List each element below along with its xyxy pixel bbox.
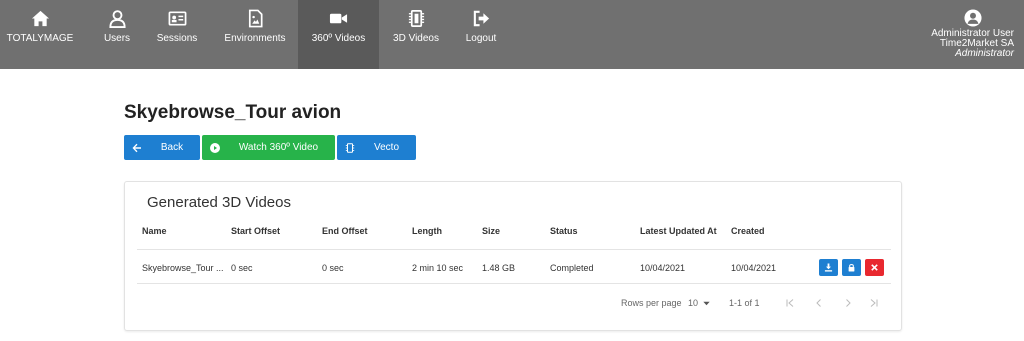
- column-header-end-offset[interactable]: End Offset: [322, 226, 368, 236]
- nav-label: Environments: [224, 33, 286, 44]
- column-header-length[interactable]: Length: [412, 226, 442, 236]
- cell-length: 2 min 10 sec: [412, 263, 464, 273]
- lock-button[interactable]: [842, 259, 861, 276]
- chip-icon: [345, 142, 355, 153]
- column-header-size[interactable]: Size: [482, 226, 500, 236]
- arrow-left-icon: [132, 143, 141, 152]
- page-title: Skyebrowse_Tour avion: [124, 102, 342, 123]
- nav-label: Users: [103, 33, 131, 44]
- last-page-button[interactable]: [867, 296, 881, 310]
- logout-icon: [473, 10, 489, 27]
- nav-item-logout[interactable]: Logout: [458, 0, 504, 69]
- column-header-created[interactable]: Created: [731, 226, 765, 236]
- download-icon: [824, 263, 833, 272]
- first-page-icon: [786, 299, 794, 307]
- chevron-right-icon: [846, 299, 851, 307]
- first-page-button[interactable]: [783, 296, 797, 310]
- column-header-latest-updated-at[interactable]: Latest Updated At: [640, 226, 717, 236]
- next-page-button[interactable]: [841, 296, 855, 310]
- cell-end-offset: 0 sec: [322, 263, 344, 273]
- cell-created: 10/04/2021: [731, 263, 777, 273]
- table-row-divider: [137, 283, 891, 284]
- top-navigation-bar: TOTALYMAGE Users Sessions Environments 3…: [0, 0, 1024, 69]
- chip-icon: [408, 10, 424, 27]
- nav-item-3d-videos[interactable]: 3D Videos: [388, 0, 444, 69]
- back-button-label: Back: [160, 142, 184, 153]
- cell-status: Completed: [550, 263, 594, 273]
- cell-size: 1.48 GB: [482, 263, 516, 273]
- user-avatar-icon: [964, 9, 982, 27]
- rows-per-page-label: Rows per page: [621, 298, 682, 308]
- vecto-button-label: Vecto: [373, 142, 400, 153]
- card-title: Generated 3D Videos: [147, 194, 291, 211]
- nav-item-360-videos[interactable]: 360º Videos: [298, 0, 379, 69]
- close-icon: [871, 264, 878, 271]
- nav-item-users[interactable]: Users: [92, 0, 142, 69]
- nav-label: 3D Videos: [393, 33, 439, 44]
- nav-item-totalymage[interactable]: TOTALYMAGE: [6, 0, 74, 69]
- previous-page-button[interactable]: [812, 296, 826, 310]
- column-header-start-offset[interactable]: Start Offset: [231, 226, 280, 236]
- table-header-divider: [137, 249, 891, 250]
- user-icon: [108, 10, 126, 28]
- id-card-icon: [168, 11, 186, 26]
- generated-3d-videos-card: Generated 3D Videos Name Start Offset En…: [124, 181, 902, 331]
- pagination-range: 1-1 of 1: [729, 298, 760, 308]
- last-page-icon: [870, 299, 878, 307]
- user-role: Administrator: [955, 48, 1014, 59]
- caret-down-icon: [703, 301, 710, 305]
- cell-latest-updated-at: 10/04/2021: [640, 263, 686, 273]
- column-header-status[interactable]: Status: [550, 226, 578, 236]
- nav-item-environments[interactable]: Environments: [220, 0, 290, 69]
- back-button[interactable]: Back: [124, 135, 200, 160]
- home-icon: [31, 10, 49, 27]
- video-camera-icon: [329, 13, 348, 24]
- rows-per-page-select[interactable]: 10: [688, 298, 711, 308]
- watch-button-label: Watch 360º Video: [238, 142, 319, 153]
- rows-per-page-value: 10: [688, 298, 699, 308]
- column-header-name[interactable]: Name: [142, 226, 167, 236]
- nav-label: TOTALYMAGE: [6, 33, 74, 44]
- download-button[interactable]: [819, 259, 838, 276]
- nav-label: Logout: [465, 33, 497, 44]
- cell-start-offset: 0 sec: [231, 263, 253, 273]
- chevron-left-icon: [816, 299, 821, 307]
- cell-name: Skyebrowse_Tour ...: [142, 263, 224, 273]
- delete-button[interactable]: [865, 259, 884, 276]
- play-circle-icon: [210, 142, 220, 153]
- user-menu[interactable]: Administrator User Time2Market SA Admini…: [931, 0, 1014, 69]
- watch-360-video-button[interactable]: Watch 360º Video: [202, 135, 335, 160]
- nav-label: Sessions: [156, 33, 198, 44]
- lock-icon: [848, 264, 855, 272]
- nav-label: 360º Videos: [311, 33, 366, 44]
- vecto-button[interactable]: Vecto: [337, 135, 416, 160]
- file-image-icon: [248, 9, 263, 28]
- nav-item-sessions[interactable]: Sessions: [152, 0, 202, 69]
